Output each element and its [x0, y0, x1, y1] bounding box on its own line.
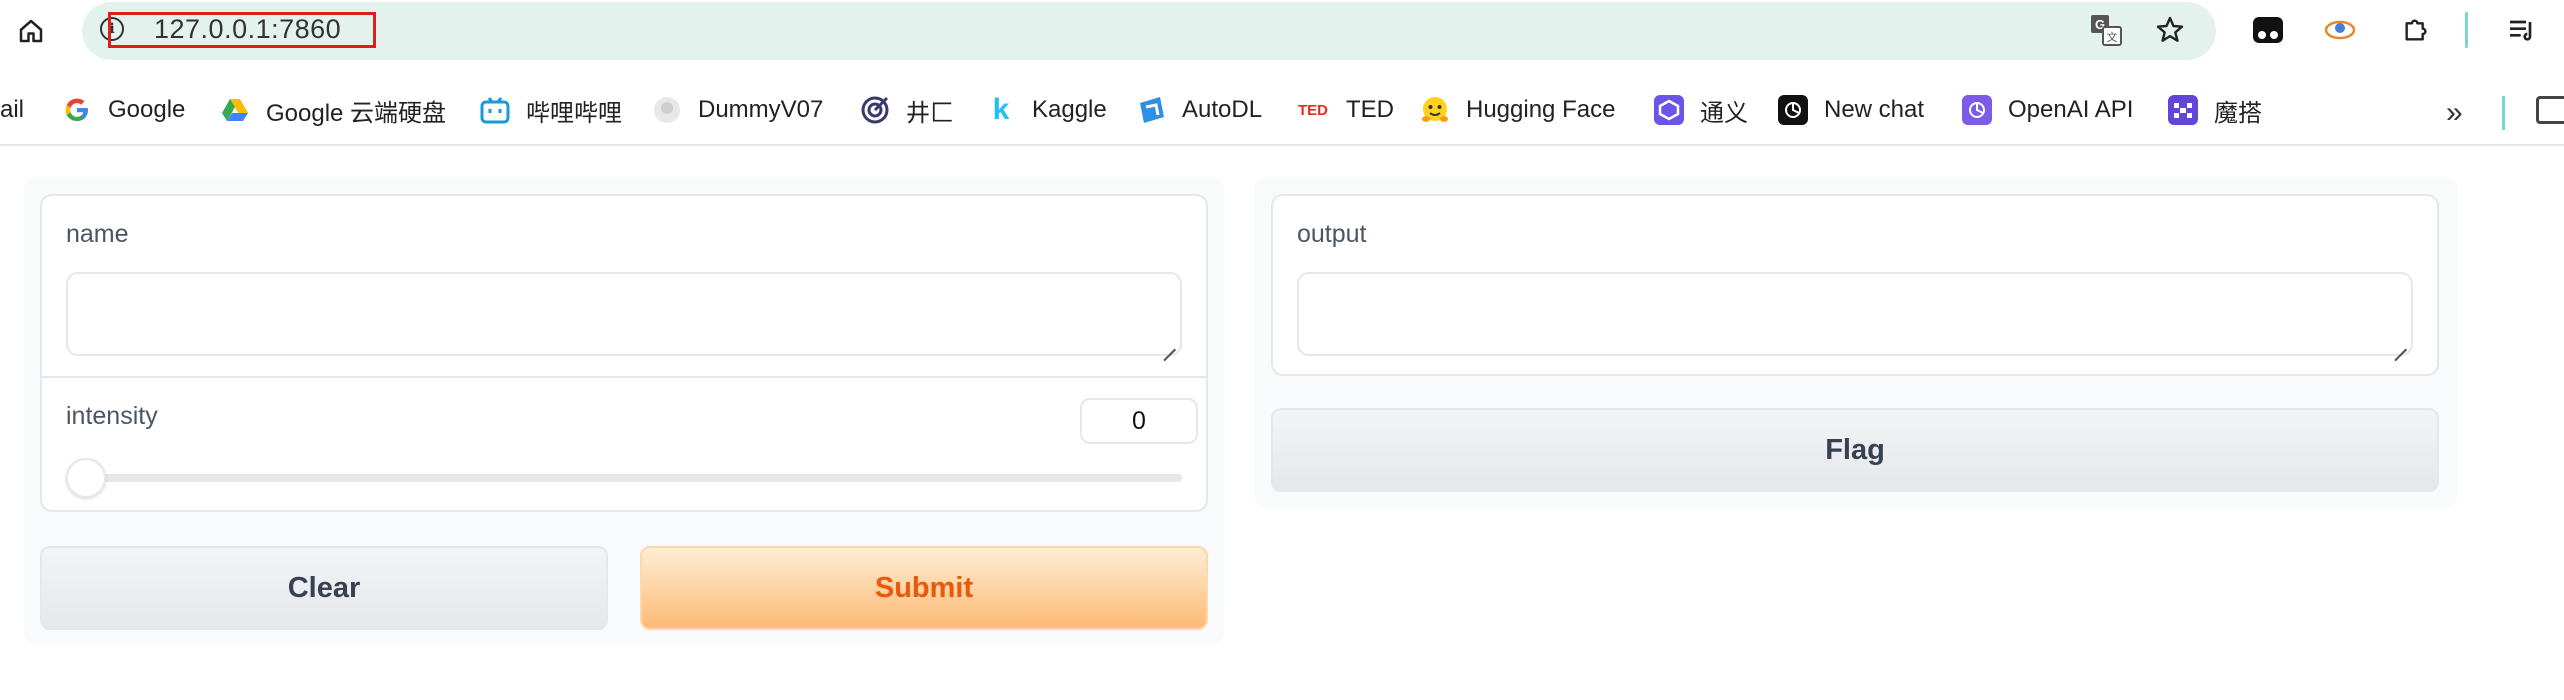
target-icon — [860, 95, 890, 125]
bookmarks-separator — [2502, 96, 2505, 130]
submit-button[interactable]: Submit — [640, 546, 1208, 630]
bookmark-label: 井匚 — [906, 99, 954, 127]
extensions-puzzle-icon[interactable] — [2396, 10, 2436, 50]
bookmark-label: AutoDL — [1182, 96, 1263, 123]
toolbar-separator — [2465, 12, 2468, 48]
bookmark-label: TED — [1346, 96, 1394, 123]
bookmark-label: 哔哩哔哩 — [526, 99, 622, 127]
output-textbox[interactable] — [1297, 272, 2413, 356]
reading-list-icon[interactable] — [2502, 10, 2542, 50]
bookmark-item[interactable]: 魔搭 — [2168, 92, 2262, 128]
openai-icon — [1778, 95, 1808, 125]
autodl-icon — [1136, 95, 1166, 125]
inputs-group: name intensity 0 — [40, 194, 1208, 512]
bookmark-item[interactable]: DummyV07 — [652, 92, 823, 128]
name-textbox[interactable] — [66, 272, 1182, 356]
address-bar[interactable] — [82, 2, 2216, 60]
bilibili-icon — [480, 95, 510, 125]
group-divider — [42, 376, 1206, 378]
intensity-label: intensity — [66, 402, 158, 430]
bookmark-label: Google — [108, 96, 186, 123]
translate-icon[interactable]: G文 — [2086, 10, 2126, 50]
more-bookmarks-icon[interactable]: » — [2446, 96, 2463, 130]
bookmark-label: 通义 — [1700, 99, 1748, 127]
kaggle-icon: k — [992, 93, 1010, 126]
bookmark-label: Google 云端硬盘 — [266, 99, 447, 127]
clear-button[interactable]: Clear — [40, 546, 608, 630]
intensity-slider-thumb[interactable] — [66, 458, 106, 498]
bookmark-label: 魔搭 — [2214, 99, 2262, 127]
flag-button[interactable]: Flag — [1271, 408, 2439, 492]
hugging-face-icon — [1420, 95, 1450, 125]
intensity-slider-track[interactable] — [66, 474, 1182, 482]
github-icon — [652, 95, 682, 125]
tongyi-icon — [1654, 95, 1684, 125]
bookmark-item[interactable]: AutoDL — [1136, 92, 1262, 128]
bookmark-item[interactable]: TED TED — [1296, 92, 1394, 128]
bookmark-label: DummyV07 — [698, 96, 824, 123]
google-drive-icon — [220, 95, 250, 125]
chrome-divider — [0, 144, 2564, 146]
intensity-number-input[interactable]: 0 — [1080, 398, 1198, 444]
home-icon[interactable] — [14, 14, 48, 48]
browser-toolbar: i 127.0.0.1:7860 G文 — [0, 0, 2564, 62]
name-label: name — [66, 220, 129, 248]
bookmark-label: Kaggle — [1032, 96, 1107, 123]
svg-text:文: 文 — [2107, 30, 2118, 44]
bookmark-item[interactable]: Hugging Face — [1420, 92, 1615, 128]
google-icon — [62, 95, 92, 125]
bookmark-item[interactable]: Google — [62, 92, 185, 128]
url-text[interactable]: 127.0.0.1:7860 — [154, 14, 341, 45]
bookmark-item[interactable]: ail — [0, 92, 24, 128]
bookmark-label: OpenAI API — [2008, 96, 2134, 123]
bookmark-item[interactable]: 通义 — [1654, 92, 1748, 128]
bookmark-star-icon[interactable] — [2150, 10, 2190, 50]
output-panel: output Flag — [1255, 178, 2457, 508]
input-panel: name intensity 0 Clear Submit — [24, 178, 1224, 644]
bookmark-item[interactable]: OpenAI API — [1962, 92, 2133, 128]
extension-eye-icon[interactable] — [2320, 10, 2360, 50]
bookmark-item[interactable]: New chat — [1778, 92, 1924, 128]
bookmark-item[interactable]: 井匚 — [860, 92, 954, 128]
bookmarks-bar: ail Google Google 云端硬盘 哔哩哔哩 DummyV07 井匚 … — [0, 72, 2564, 146]
extension-game-icon[interactable] — [2248, 10, 2288, 50]
modelscope-icon — [2168, 95, 2198, 125]
bookmark-item[interactable]: 哔哩哔哩 — [480, 92, 622, 128]
output-label: output — [1297, 220, 1367, 248]
bookmark-label: Hugging Face — [1466, 96, 1616, 123]
bookmark-label: New chat — [1824, 96, 1925, 123]
folder-icon[interactable] — [2536, 96, 2564, 124]
resize-handle-icon[interactable] — [1162, 336, 1176, 350]
bookmark-item[interactable]: k Kaggle — [986, 92, 1107, 128]
bookmark-label: ail — [0, 96, 25, 123]
ted-icon: TED — [1298, 101, 1328, 119]
openai-api-icon — [1962, 95, 1992, 125]
output-group: output — [1271, 194, 2439, 376]
resize-handle-icon[interactable] — [2393, 336, 2407, 350]
bookmark-item[interactable]: Google 云端硬盘 — [220, 92, 446, 128]
